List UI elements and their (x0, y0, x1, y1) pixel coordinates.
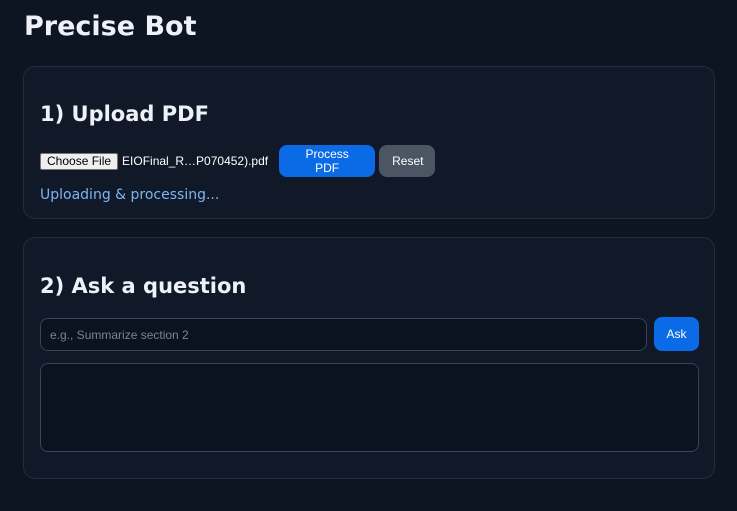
choose-file-button[interactable]: Choose File (40, 152, 119, 170)
question-input[interactable] (40, 318, 647, 351)
process-pdf-button[interactable]: Process PDF (279, 145, 376, 177)
answer-output (40, 363, 699, 452)
reset-button[interactable]: Reset (379, 145, 436, 177)
ask-heading: 2) Ask a question (40, 274, 247, 298)
upload-card: 1) Upload PDF Choose File EIOFinal_R…P07… (23, 66, 715, 219)
upload-heading: 1) Upload PDF (40, 102, 209, 126)
upload-status: Uploading & processing... (40, 187, 220, 203)
app-root: Precise Bot 1) Upload PDF Choose File EI… (0, 0, 737, 511)
selected-file-name: EIOFinal_R…P070452).pdf (122, 154, 269, 168)
app-title: Precise Bot (24, 11, 197, 42)
ask-button[interactable]: Ask (654, 317, 699, 351)
file-input-row: Choose File EIOFinal_R…P070452).pdf Proc… (40, 145, 436, 177)
ask-card: 2) Ask a question Ask (23, 237, 715, 479)
